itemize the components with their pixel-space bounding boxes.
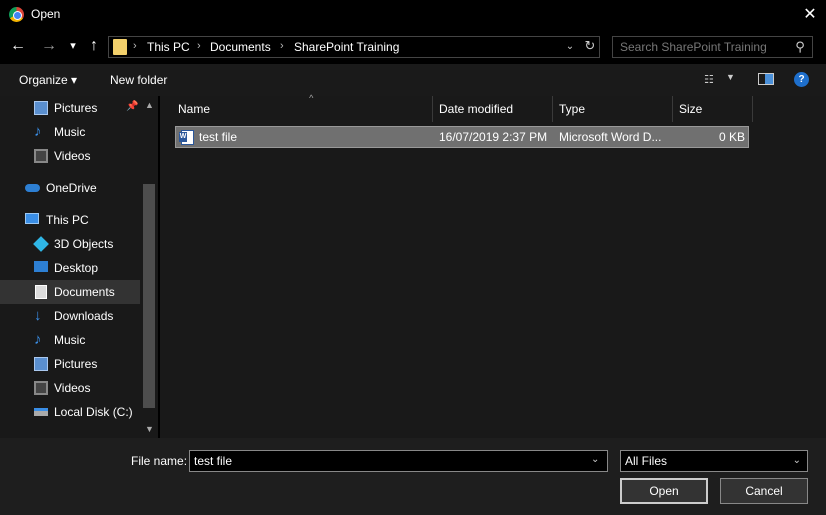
3d-objects-icon — [33, 236, 49, 252]
sidebar-item-label: Videos — [54, 149, 91, 163]
search-box[interactable]: Search SharePoint Training ⚲ — [612, 36, 813, 58]
window-title: Open — [31, 7, 61, 21]
breadcrumb-documents[interactable]: Documents — [210, 40, 271, 54]
search-icon[interactable]: ⚲ — [792, 39, 808, 55]
breadcrumb-separator: › — [197, 40, 201, 52]
sidebar-item-3d-objects[interactable]: 3D Objects — [0, 232, 140, 256]
column-header-name[interactable]: Name ^ — [172, 93, 433, 122]
sidebar-item-label: 3D Objects — [54, 237, 114, 251]
folder-icon — [113, 39, 127, 55]
navigation-bar: ← → ▾ ↑ › This PC › Documents › SharePoi… — [0, 30, 826, 64]
sidebar-item-videos[interactable]: Videos — [0, 376, 140, 400]
pictures-icon — [34, 357, 48, 371]
file-type: Microsoft Word D... — [559, 130, 662, 144]
recent-locations-button[interactable]: ▾ — [64, 37, 82, 55]
scrollbar-thumb[interactable] — [143, 184, 155, 408]
back-button[interactable]: ← — [9, 37, 27, 55]
scroll-down-icon[interactable]: ▼ — [145, 424, 154, 434]
column-header-type[interactable]: Type — [553, 96, 673, 122]
file-date-modified: 16/07/2019 2:37 PM — [439, 130, 548, 144]
breadcrumb-this-pc[interactable]: This PC — [147, 40, 190, 54]
column-header-label: Type — [559, 102, 586, 116]
view-options-icon[interactable]: ☷ — [704, 73, 718, 86]
sidebar-item-desktop[interactable]: Desktop — [0, 256, 140, 280]
file-name-dropdown-icon[interactable]: ⌄ — [591, 454, 599, 465]
sidebar-item-label: Pictures — [54, 357, 98, 371]
breadcrumb-separator: › — [133, 40, 137, 52]
sidebar-item-local-disk[interactable]: Local Disk (C:) — [0, 400, 140, 424]
column-header-date-modified[interactable]: Date modified — [433, 96, 553, 122]
file-name: test file — [199, 130, 238, 144]
file-type-filter[interactable]: All Files ⌄ — [620, 450, 808, 472]
sidebar-item-label: OneDrive — [46, 181, 97, 195]
sidebar-item-label: Documents — [54, 285, 115, 299]
file-name-input[interactable] — [189, 450, 608, 472]
sidebar-item-pictures[interactable]: Pictures — [0, 352, 140, 376]
word-document-icon — [179, 130, 194, 145]
title-bar: Open ✕ — [0, 0, 826, 30]
pictures-icon — [34, 101, 48, 115]
organize-button[interactable]: Organize ▾ — [19, 73, 77, 87]
address-bar[interactable]: › This PC › Documents › SharePoint Train… — [108, 36, 600, 58]
breadcrumb-separator: › — [280, 40, 284, 52]
sidebar-item-label: Music — [54, 333, 86, 347]
file-list: Name ^ Date modified Type Size test file… — [160, 93, 826, 438]
cancel-button[interactable]: Cancel — [720, 478, 808, 504]
chevron-down-icon: ⌄ — [792, 455, 801, 466]
preview-pane-icon[interactable] — [758, 73, 774, 85]
sidebar-item-music[interactable]: ♪ Music — [0, 328, 140, 352]
videos-icon — [34, 381, 48, 395]
file-row[interactable]: test file 16/07/2019 2:37 PM Microsoft W… — [175, 126, 749, 148]
sidebar-item-documents[interactable]: Documents — [0, 280, 140, 304]
chrome-icon — [9, 7, 24, 22]
sidebar-item-label: Pictures — [54, 101, 98, 115]
sidebar-item-pictures-quick[interactable]: Pictures 📌 — [0, 96, 140, 120]
sidebar-item-music-quick[interactable]: ♪ Music — [0, 120, 140, 144]
bottom-panel: File name: ⌄ All Files ⌄ Open Cancel — [0, 438, 826, 515]
up-button[interactable]: ↑ — [85, 37, 103, 55]
column-header-label: Size — [679, 102, 703, 116]
breadcrumb-sharepoint-training[interactable]: SharePoint Training — [294, 40, 399, 54]
close-button[interactable]: ✕ — [796, 3, 824, 27]
search-input[interactable]: Search SharePoint Training — [620, 40, 767, 54]
sidebar-item-downloads[interactable]: ↓ Downloads — [0, 304, 140, 328]
music-icon: ♪ — [34, 331, 42, 348]
sort-ascending-icon: ^ — [309, 93, 314, 103]
new-folder-button[interactable]: New folder — [110, 73, 167, 87]
navigation-pane: Pictures 📌 ♪ Music Videos OneDrive This … — [0, 96, 158, 438]
file-type-filter-value: All Files — [625, 454, 668, 468]
column-header-size[interactable]: Size — [673, 96, 753, 122]
pin-icon[interactable]: 📌 — [126, 101, 138, 112]
documents-icon — [35, 285, 47, 299]
column-divider[interactable] — [752, 96, 753, 122]
downloads-icon: ↓ — [34, 307, 42, 324]
sidebar-item-label: This PC — [46, 213, 89, 227]
column-header-label: Date modified — [439, 102, 514, 116]
view-dropdown-icon[interactable]: ▼ — [726, 72, 738, 86]
sidebar-item-label: Downloads — [54, 309, 114, 323]
address-dropdown-icon[interactable]: ⌄ — [563, 39, 577, 55]
file-name-label: File name: — [131, 454, 188, 468]
videos-icon — [34, 149, 48, 163]
sidebar-item-label: Music — [54, 125, 86, 139]
toolbar: Organize ▾ New folder ☷ ▼ ? — [0, 64, 826, 96]
sidebar-item-label: Videos — [54, 381, 91, 395]
scroll-up-icon[interactable]: ▲ — [145, 100, 154, 110]
onedrive-icon — [25, 184, 40, 192]
sidebar-item-onedrive[interactable]: OneDrive — [0, 176, 140, 200]
local-disk-icon — [34, 408, 48, 416]
open-button[interactable]: Open — [620, 478, 708, 504]
file-size: 0 KB — [718, 130, 745, 144]
music-icon: ♪ — [34, 123, 42, 140]
sidebar-item-label: Desktop — [54, 261, 99, 275]
this-pc-icon — [25, 213, 39, 224]
sidebar-item-label: Local Disk (C:) — [54, 405, 133, 419]
forward-button[interactable]: → — [40, 37, 58, 55]
desktop-icon — [34, 261, 48, 272]
refresh-icon[interactable]: ↻ — [582, 38, 598, 54]
sidebar-item-this-pc[interactable]: This PC — [0, 208, 140, 232]
help-icon[interactable]: ? — [794, 72, 809, 87]
sidebar-item-videos-quick[interactable]: Videos — [0, 144, 140, 168]
column-header-label: Name — [178, 102, 211, 116]
